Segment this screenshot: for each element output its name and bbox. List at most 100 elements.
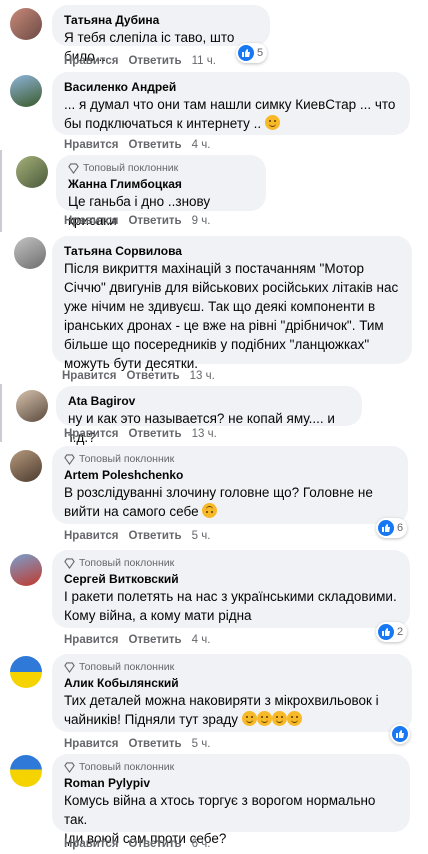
comment-bubble: Татьяна Дубина Я тебя слепіла іс таво, ш… bbox=[52, 5, 270, 64]
timestamp[interactable]: 9 ч. bbox=[192, 215, 211, 227]
top-fan-badge[interactable]: Топовый поклонник bbox=[64, 761, 398, 773]
like-icon bbox=[392, 726, 408, 742]
comment-text: Тих деталей можна наковиряти з мікрохвил… bbox=[64, 693, 379, 708]
author-name[interactable]: Алик Кобылянский bbox=[64, 675, 400, 691]
avatar[interactable] bbox=[10, 8, 42, 40]
smile-emoji bbox=[241, 711, 257, 726]
comment-bubble: Ata Bagirov ну и как это называется? не … bbox=[56, 386, 362, 445]
reply-link[interactable]: Ответить bbox=[128, 428, 181, 440]
reply-link[interactable]: Ответить bbox=[128, 55, 181, 67]
top-fan-badge[interactable]: Топовый поклонник bbox=[68, 162, 254, 174]
comment-bubble: Топовый поклонник Roman Pylypiv Комусь в… bbox=[52, 754, 410, 846]
like-icon bbox=[378, 624, 394, 640]
reaction-count[interactable] bbox=[390, 724, 410, 744]
reply-link[interactable]: Ответить bbox=[128, 215, 181, 227]
comment-bubble: Татьяна Сорвилова Після викриття махінац… bbox=[52, 236, 412, 371]
diamond-icon bbox=[64, 557, 75, 569]
author-name[interactable]: Ata Bagirov bbox=[68, 393, 350, 409]
like-link[interactable]: Нравится bbox=[64, 634, 118, 646]
comment-actions: Нравится Ответить 11 ч. bbox=[64, 55, 216, 67]
avatar[interactable] bbox=[10, 755, 42, 787]
timestamp[interactable]: 11 ч. bbox=[192, 55, 216, 67]
timestamp[interactable]: 13 ч. bbox=[190, 370, 215, 382]
comment-actions: Нравится Ответить 9 ч. bbox=[64, 215, 210, 227]
comment-text: Комусь війна а хтось торгує з ворогом но… bbox=[64, 793, 376, 827]
like-link[interactable]: Нравится bbox=[64, 215, 118, 227]
comment-text: Після викриття махінацій з постачанням "… bbox=[64, 261, 365, 276]
smile-emoji bbox=[256, 711, 272, 726]
avatar[interactable] bbox=[10, 554, 42, 586]
author-name[interactable]: Татьяна Сорвилова bbox=[64, 243, 400, 259]
smile-emoji bbox=[271, 711, 287, 726]
comment-text: іранських дронах - це вже на рівні "дріб… bbox=[64, 318, 384, 333]
like-icon bbox=[238, 45, 254, 61]
comment-bubble: Топовый поклонник Сергей Витковский І ра… bbox=[52, 550, 410, 628]
diamond-icon bbox=[64, 453, 75, 465]
comment-actions: Нравится Ответить 5 ч. bbox=[64, 738, 210, 750]
reply-link[interactable]: Ответить bbox=[128, 738, 181, 750]
reaction-count[interactable]: 6 bbox=[376, 518, 408, 538]
smile-emoji bbox=[264, 115, 280, 130]
comment-text: Січчю" двигунів для військових російськи… bbox=[64, 280, 399, 295]
timestamp[interactable]: 5 ч. bbox=[192, 530, 211, 542]
comment-bubble: Топовый поклонник Алик Кобылянский Тих д… bbox=[52, 654, 412, 732]
reply-link[interactable]: Ответить bbox=[126, 370, 179, 382]
like-link[interactable]: Нравится bbox=[64, 738, 118, 750]
comment-bubble: Топовый поклонник Жанна Глимбоцкая Це га… bbox=[56, 155, 266, 228]
comment: Топовый поклонник Roman Pylypiv Комусь в… bbox=[0, 750, 428, 854]
comment-actions: Нравится Ответить 4 ч. bbox=[64, 634, 210, 646]
comment: Топовый поклонник Artem Poleshchenko В р… bbox=[0, 442, 428, 546]
author-name[interactable]: Artem Poleshchenko bbox=[64, 467, 396, 483]
reaction-count[interactable]: 5 bbox=[236, 43, 268, 63]
like-link[interactable]: Нравится bbox=[62, 370, 116, 382]
author-name[interactable]: Сергей Витковский bbox=[64, 571, 398, 587]
author-name[interactable]: Василенко Андрей bbox=[64, 79, 398, 95]
reply-link[interactable]: Ответить bbox=[128, 838, 181, 850]
comment-actions: Нравится Ответить 5 ч. bbox=[64, 530, 210, 542]
like-link[interactable]: Нравится bbox=[64, 838, 118, 850]
comment-text: бы подключаться к интернету .. bbox=[64, 114, 398, 133]
author-name[interactable]: Татьяна Дубина bbox=[64, 12, 258, 28]
avatar[interactable] bbox=[10, 656, 42, 688]
comment-text: чайників! Підняли тут зраду bbox=[64, 710, 400, 729]
top-fan-badge[interactable]: Топовый поклонник bbox=[64, 557, 398, 569]
avatar[interactable] bbox=[10, 75, 42, 107]
reply-link[interactable]: Ответить bbox=[128, 634, 181, 646]
like-link[interactable]: Нравится bbox=[64, 530, 118, 542]
comment-text: вийти на самого себе bbox=[64, 502, 396, 521]
author-name[interactable]: Roman Pylypiv bbox=[64, 775, 398, 791]
diamond-icon bbox=[64, 661, 75, 673]
comment-text: більше що посередників у подібних "ланцю… bbox=[64, 337, 370, 352]
comment-actions: Нравится Ответить 13 ч. bbox=[64, 428, 217, 440]
author-name[interactable]: Жанна Глимбоцкая bbox=[68, 176, 254, 192]
diamond-icon bbox=[68, 162, 79, 174]
reaction-number: 2 bbox=[397, 626, 404, 638]
diamond-icon bbox=[64, 761, 75, 773]
comment: Топовый поклонник Жанна Глимбоцкая Це га… bbox=[0, 150, 428, 232]
top-fan-badge[interactable]: Топовый поклонник bbox=[64, 453, 396, 465]
comment-actions: Нравится Ответить 13 ч. bbox=[62, 370, 215, 382]
reply-link[interactable]: Ответить bbox=[128, 530, 181, 542]
comment: Василенко Андрей ... я думал что они там… bbox=[0, 70, 428, 151]
comment: Топовый поклонник Алик Кобылянский Тих д… bbox=[0, 650, 428, 750]
timestamp[interactable]: 5 ч. bbox=[192, 738, 211, 750]
avatar[interactable] bbox=[14, 237, 46, 269]
avatar[interactable] bbox=[16, 156, 48, 188]
timestamp[interactable]: 6 ч. bbox=[192, 838, 211, 850]
timestamp[interactable]: 4 ч. bbox=[192, 634, 211, 646]
comment-text: В розслідуванні злочину головне що? Голо… bbox=[64, 485, 373, 500]
like-link[interactable]: Нравится bbox=[64, 428, 118, 440]
like-icon bbox=[378, 520, 394, 536]
upside-down-face-emoji bbox=[202, 503, 218, 518]
comment: Татьяна Дубина Я тебя слепіла іс таво, ш… bbox=[0, 0, 428, 70]
avatar[interactable] bbox=[10, 450, 42, 482]
top-fan-badge[interactable]: Топовый поклонник bbox=[64, 661, 400, 673]
comment-text: ... я думал что они там нашли симку Киев… bbox=[64, 97, 396, 112]
like-link[interactable]: Нравится bbox=[64, 55, 118, 67]
avatar[interactable] bbox=[16, 390, 48, 422]
reaction-count[interactable]: 2 bbox=[376, 622, 408, 642]
comment: Ata Bagirov ну и как это называется? не … bbox=[0, 384, 428, 445]
comment-actions: Нравится Ответить 6 ч. bbox=[64, 838, 210, 850]
comment-bubble: Топовый поклонник Artem Poleshchenko В р… bbox=[52, 446, 408, 524]
timestamp[interactable]: 13 ч. bbox=[192, 428, 217, 440]
